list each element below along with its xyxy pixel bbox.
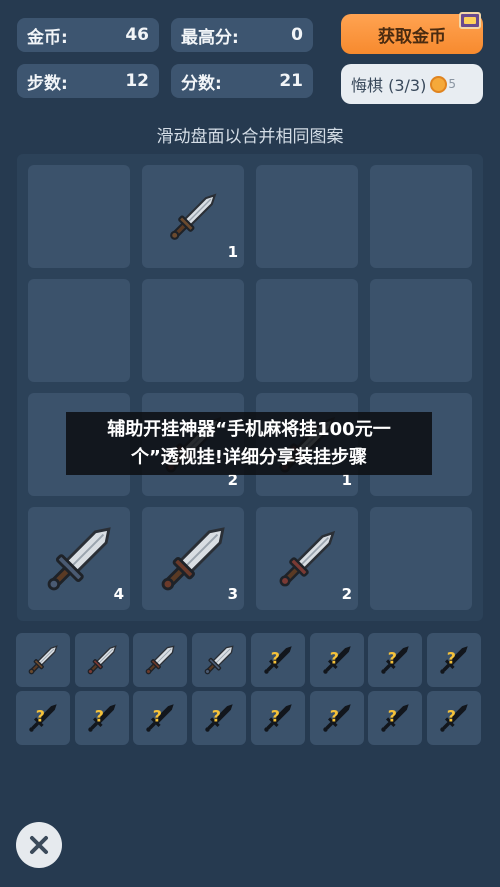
- undo-label: 悔棋 (3/3): [351, 76, 427, 95]
- board-cell-empty: [370, 279, 472, 382]
- svg-text:?: ?: [271, 707, 280, 726]
- svg-text:?: ?: [447, 707, 456, 726]
- get-coins-label: 获取金币: [378, 26, 446, 47]
- board-tile: 4: [28, 507, 130, 610]
- svg-text:?: ?: [447, 649, 456, 668]
- collection-slot-locked: ?: [309, 633, 364, 687]
- question-mark-icon: ?: [440, 646, 468, 674]
- tile-count: 4: [113, 585, 124, 603]
- board-cell-empty: [28, 279, 130, 382]
- best-score-label: 最高分:: [181, 27, 239, 48]
- steps-stat: 步数: 12: [17, 64, 159, 98]
- question-mark-icon: ?: [146, 704, 175, 732]
- undo-button[interactable]: 悔棋 (3/3) 5: [341, 64, 483, 104]
- collection-slot-locked: ?: [192, 691, 247, 745]
- tile-count: 1: [227, 243, 238, 261]
- ad-overlay-line1: 辅助开挂神器“手机麻将挂100元一: [107, 419, 391, 440]
- collection-slot-unlocked: [16, 633, 70, 687]
- svg-text:?: ?: [212, 707, 221, 726]
- steps-label: 步数:: [27, 73, 68, 94]
- collection-slot-unlocked: [74, 633, 129, 687]
- coins-stat: 金币: 46: [17, 18, 159, 52]
- svg-text:?: ?: [329, 649, 338, 668]
- collection-slot-locked: ?: [74, 691, 129, 745]
- tile-count: 2: [341, 585, 352, 603]
- game-board[interactable]: 121432: [17, 154, 483, 621]
- board-tile: 1: [142, 165, 244, 268]
- question-mark-icon: ?: [87, 704, 116, 732]
- question-mark-icon: ?: [381, 704, 409, 732]
- question-mark-icon: ?: [440, 704, 468, 732]
- collection-slot-locked: ?: [309, 691, 364, 745]
- ad-overlay-line2: 个”透视挂!详细分享装挂步骤: [130, 447, 368, 468]
- svg-text:?: ?: [36, 707, 45, 726]
- score-value: 21: [279, 71, 303, 91]
- ad-overlay-banner[interactable]: 辅助开挂神器“手机麻将挂100元一 个”透视挂!详细分享装挂步骤: [66, 412, 432, 475]
- instruction-text: 滑动盘面以合并相同图案: [156, 127, 344, 147]
- collection-slot-unlocked: [133, 633, 188, 687]
- collection-slot-locked: ?: [426, 633, 481, 687]
- tile-count: 3: [227, 585, 238, 603]
- collection-slot-locked: ?: [426, 691, 481, 745]
- question-mark-icon: ?: [264, 704, 292, 732]
- score-label: 分数:: [181, 73, 222, 94]
- best-score-stat: 最高分: 0: [171, 18, 313, 52]
- svg-text:?: ?: [388, 649, 397, 668]
- steps-value: 12: [125, 71, 149, 91]
- svg-text:?: ?: [94, 707, 103, 726]
- sword-icon: [170, 193, 217, 240]
- undo-cost: 5: [448, 77, 456, 91]
- board-cell-empty: [370, 165, 472, 268]
- close-button[interactable]: [16, 822, 62, 868]
- svg-text:?: ?: [153, 707, 162, 726]
- question-mark-icon: ?: [322, 704, 351, 732]
- board-cell-empty: [28, 165, 130, 268]
- question-mark-icon: ?: [381, 646, 409, 674]
- collection-slot-locked: ?: [133, 691, 188, 745]
- board-tile: 3: [142, 507, 244, 610]
- coins-value: 46: [125, 25, 149, 45]
- board-cell-empty: [142, 279, 244, 382]
- tv-ad-icon: [459, 12, 481, 29]
- svg-text:?: ?: [388, 707, 397, 726]
- board-cell-empty: [370, 507, 472, 610]
- collection-slot-locked: ?: [368, 691, 423, 745]
- board-cell-empty: [256, 165, 358, 268]
- sword-icon: [28, 645, 58, 675]
- sword-icon: [204, 645, 234, 675]
- collection-slot-locked: ?: [16, 691, 70, 745]
- board-tile: 2: [256, 507, 358, 610]
- question-mark-icon: ?: [205, 704, 233, 732]
- coin-icon: [430, 75, 448, 93]
- svg-text:?: ?: [329, 707, 338, 726]
- sword-icon: [146, 645, 175, 675]
- close-icon: [30, 836, 48, 854]
- collection-slot-locked: ?: [250, 633, 305, 687]
- question-mark-icon: ?: [264, 646, 292, 674]
- svg-text:?: ?: [271, 649, 280, 668]
- board-cell-empty: [256, 279, 358, 382]
- collection-slot-unlocked: [192, 633, 247, 687]
- question-mark-icon: ?: [29, 704, 57, 732]
- collection-slot-locked: ?: [250, 691, 305, 745]
- sword-icon: [87, 645, 117, 675]
- score-stat: 分数: 21: [171, 64, 313, 98]
- coins-label: 金币:: [27, 27, 68, 48]
- best-score-value: 0: [291, 25, 303, 45]
- get-coins-button[interactable]: 获取金币: [341, 12, 483, 54]
- sword-icon: [279, 530, 336, 586]
- question-mark-icon: ?: [322, 646, 351, 674]
- collection-slot-locked: ?: [368, 633, 423, 687]
